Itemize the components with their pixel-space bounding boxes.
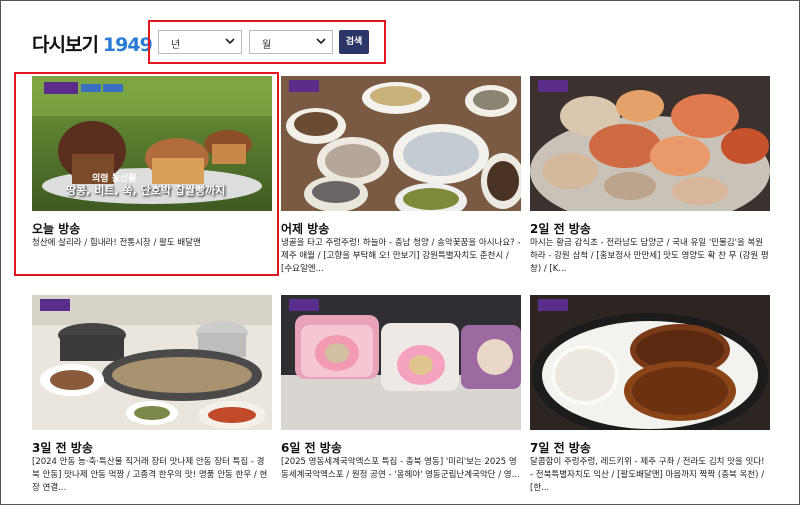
search-button[interactable]: 검색 (339, 30, 369, 54)
episode-title[interactable]: 2일 전 방송 (530, 220, 591, 237)
episode-description: 달콤함이 주렁주렁, 레드키위 - 제주 구좌 / 전라도 김치 맛을 잇다! … (530, 457, 765, 493)
episode-thumbnail[interactable] (530, 76, 770, 211)
episode-thumbnail[interactable] (530, 295, 770, 430)
episode-thumbnail[interactable] (281, 76, 521, 211)
episode-title[interactable]: 7일 전 방송 (530, 439, 591, 456)
total-count: 1949 (102, 34, 153, 56)
episode-description: 냉골을 타고 주렁주렁! 하늘아 - 충남 청양 / 송악꽃꿈을 아시나요? -… (281, 238, 521, 274)
episode-title[interactable]: 6일 전 방송 (281, 439, 342, 456)
year-select[interactable]: 년 (158, 30, 242, 54)
page-title: 다시보기 1949 (32, 30, 153, 57)
episode-thumbnail[interactable] (32, 295, 272, 430)
chevron-down-icon (316, 38, 326, 45)
episode-title[interactable]: 3일 전 방송 (32, 439, 93, 456)
chevron-down-icon (225, 38, 235, 45)
episode-description: [2025 영동세계국악엑스포 특집 - 충북 영동] '미리'보는 2025 … (281, 457, 520, 480)
page-title-text: 다시보기 (32, 34, 99, 56)
month-select-value: 월 (262, 40, 272, 51)
year-select-value: 년 (171, 40, 181, 51)
episode-thumbnail[interactable] (281, 295, 521, 430)
month-select[interactable]: 월 (249, 30, 333, 54)
episode-description: 마시는 황금 감식초 - 전라남도 담양군 / 국내 유일 '민물김'을 복원하… (530, 238, 769, 274)
episode-title[interactable]: 어제 방송 (281, 220, 329, 237)
episode-description: [2024 안동 농·축·특산물 직거래 장터 맛나제 안동 장터 특집 - 경… (32, 457, 268, 493)
selected-card-highlight (14, 72, 279, 276)
